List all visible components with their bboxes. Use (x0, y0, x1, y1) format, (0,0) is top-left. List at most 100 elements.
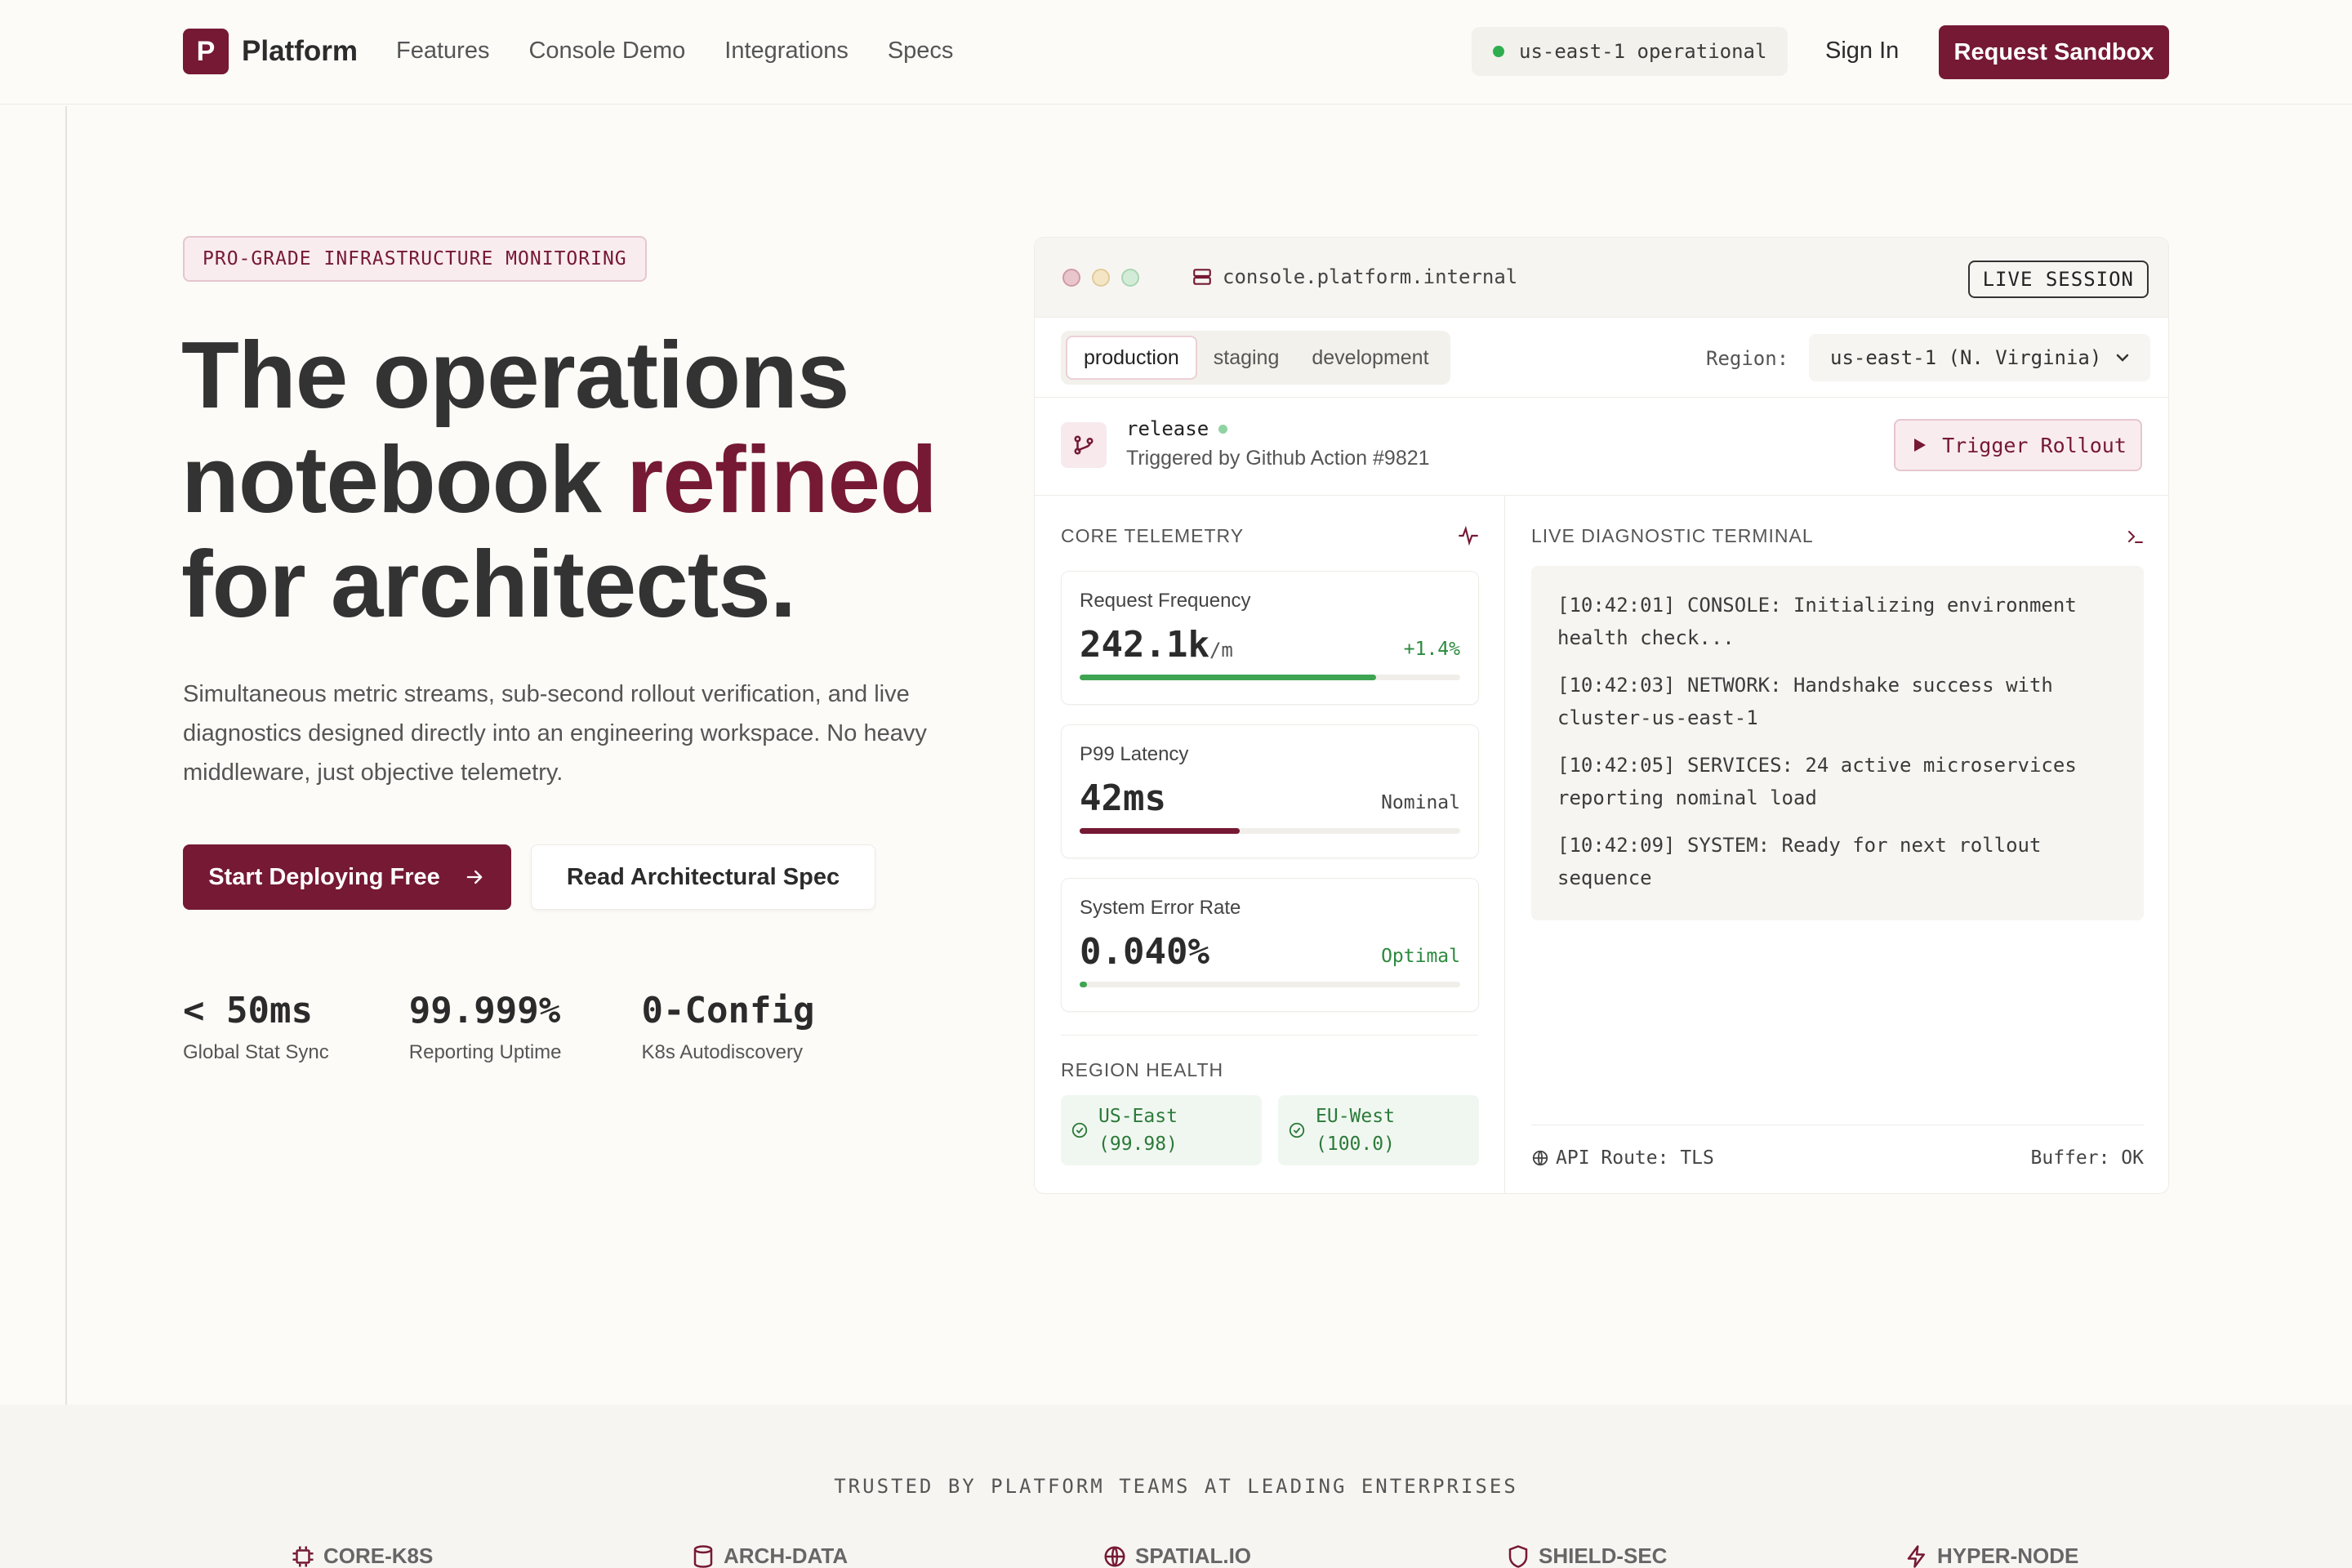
partner-logo-arch-data: ARCH-DATA (691, 1544, 848, 1568)
terminal-title: LIVE DIAGNOSTIC TERMINAL (1531, 525, 1814, 546)
start-deploying-button[interactable]: Start Deploying Free (183, 844, 511, 910)
stat-item: < 50ms Global Stat Sync (183, 990, 329, 1064)
api-route: API Route: TLS (1531, 1147, 1714, 1169)
start-deploying-label: Start Deploying Free (208, 863, 440, 890)
terminal-footer: API Route: TLS Buffer: OK (1531, 1125, 2144, 1169)
headline-line-2-text: notebook (181, 426, 627, 532)
terminal-column: LIVE DIAGNOSTIC TERMINAL [10:42:01] CONS… (1505, 496, 2168, 1193)
region-status-text: us-east-1 operational (1519, 40, 1767, 63)
live-session-badge: LIVE SESSION (1967, 261, 2149, 298)
terminal-prompt-icon (2128, 531, 2143, 543)
region-select-value: us-east-1 (N. Virginia) (1830, 346, 2102, 369)
release-title: release (1126, 417, 1228, 440)
metric-progress-fill (1080, 828, 1240, 834)
metric-value: 0.040% (1080, 931, 1209, 973)
terminal-output: [10:42:01] CONSOLE: Initializing environ… (1531, 566, 2144, 920)
nav-link-specs[interactable]: Specs (888, 38, 954, 65)
buffer-status: Buffer: OK (2030, 1147, 2144, 1169)
stat-label: Reporting Uptime (408, 1041, 562, 1063)
arrow-right-icon (466, 870, 483, 884)
divider (1061, 1035, 1478, 1036)
activity-icon (1459, 525, 1478, 546)
maximize-dot-icon[interactable] (1121, 269, 1139, 287)
hero-headline: The operations notebook refined for arch… (181, 323, 998, 636)
region-health-text: EU-West (100.0) (1316, 1102, 1395, 1158)
telemetry-title: CORE TELEMETRY (1061, 525, 1245, 546)
nav-link-features[interactable]: Features (396, 38, 489, 65)
metric-value: 42ms (1080, 777, 1166, 819)
release-subtitle: Triggered by Github Action #9821 (1126, 447, 1430, 470)
partner-logo-hyper-node: HYPER-NODE (1904, 1544, 2078, 1568)
partner-name: HYPER-NODE (1937, 1544, 2079, 1568)
metric-card-error-rate: System Error Rate 0.040% Optimal (1061, 878, 1479, 1012)
headline-accent-word: refined (626, 426, 938, 532)
metric-progress-track (1080, 982, 1460, 987)
nav-links: Features Console Demo Integrations Specs (396, 38, 953, 65)
globe-icon (1104, 1546, 1125, 1566)
environment-bar: production staging development Region: u… (1035, 318, 2168, 398)
metric-label: System Error Rate (1080, 897, 1241, 919)
tab-production[interactable]: production (1066, 336, 1197, 380)
partner-logo-spatial-io: SPATIAL.IO (1102, 1544, 1251, 1568)
shield-icon (1508, 1544, 1528, 1568)
check-circle-icon (1289, 1122, 1305, 1138)
headline-line-3: for architects. (181, 531, 796, 637)
region-uptime: (99.98) (1098, 1134, 1178, 1155)
terminal-line: [10:42:05] SERVICES: 24 active microserv… (1557, 754, 2077, 809)
nav-link-integrations[interactable]: Integrations (724, 38, 849, 65)
metric-status: Optimal (1381, 946, 1460, 967)
terminal-line: [10:42:09] SYSTEM: Ready for next rollou… (1557, 834, 2042, 889)
region-select[interactable]: us-east-1 (N. Virginia) (1809, 334, 2150, 381)
partner-logo-shield-sec: SHIELD-SEC (1506, 1544, 1667, 1568)
region-health-eu-west: EU-West (100.0) (1278, 1095, 1479, 1165)
metric-label: Request Frequency (1080, 590, 1251, 612)
stat-label: Global Stat Sync (183, 1041, 329, 1063)
region-status-pill: us-east-1 operational (1472, 27, 1788, 76)
release-title-text: release (1126, 417, 1209, 440)
stat-item: 0-Config K8s Autodiscovery (642, 990, 815, 1064)
region-uptime: (100.0) (1316, 1134, 1395, 1155)
hero-stats: < 50ms Global Stat Sync 99.999% Reportin… (183, 990, 894, 1064)
play-icon (1914, 439, 1927, 452)
top-navigation: P Platform Features Console Demo Integra… (0, 0, 2352, 105)
status-dot-icon (1493, 46, 1504, 57)
partner-name: SPATIAL.IO (1135, 1544, 1252, 1568)
close-dot-icon[interactable] (1062, 269, 1080, 287)
check-circle-icon (1071, 1122, 1088, 1138)
brand-logo[interactable]: P Platform (183, 29, 358, 74)
partner-name: SHIELD-SEC (1539, 1544, 1668, 1568)
terminal-line: [10:42:01] CONSOLE: Initializing environ… (1557, 594, 2077, 649)
console-url: console.platform.internal (1192, 265, 1517, 288)
hero-description: Simultaneous metric streams, sub-second … (183, 681, 927, 786)
metric-value: 242.1k/m (1080, 624, 1233, 666)
database-icon (693, 1544, 713, 1568)
metric-progress-fill (1080, 982, 1088, 987)
region-name: EU-West (1316, 1106, 1395, 1127)
metric-number: 242.1k (1080, 624, 1209, 666)
metric-progress-track (1080, 675, 1460, 680)
sign-in-link[interactable]: Sign In (1825, 38, 1899, 65)
region-label: Region: (1706, 347, 1789, 370)
nav-link-console-demo[interactable]: Console Demo (528, 38, 685, 65)
region-name: US-East (1098, 1106, 1178, 1127)
stat-label: K8s Autodiscovery (641, 1041, 803, 1063)
api-route-text: API Route: TLS (1556, 1147, 1714, 1169)
minimize-dot-icon[interactable] (1092, 269, 1110, 287)
tab-development[interactable]: development (1295, 336, 1445, 380)
stat-value: < 50ms (183, 990, 313, 1031)
console-url-text: console.platform.internal (1223, 265, 1518, 288)
tab-staging[interactable]: staging (1197, 336, 1296, 380)
read-spec-button[interactable]: Read Architectural Spec (531, 844, 875, 910)
git-branch-icon (1061, 422, 1107, 468)
metric-progress-fill (1080, 675, 1377, 680)
region-health-title: REGION HEALTH (1061, 1059, 1224, 1080)
console-titlebar: console.platform.internal LIVE SESSION (1035, 238, 2168, 318)
telemetry-column: CORE TELEMETRY Request Frequency 242.1k/… (1035, 496, 1505, 1193)
trigger-rollout-label: Trigger Rollout (1942, 433, 2127, 457)
region-health-us-east: US-East (99.98) (1061, 1095, 1262, 1165)
terminal-line: [10:42:03] NETWORK: Handshake success wi… (1557, 674, 2053, 729)
hero-badge: PRO-GRADE INFRASTRUCTURE MONITORING (183, 236, 647, 282)
request-sandbox-button[interactable]: Request Sandbox (1939, 25, 2169, 79)
trigger-rollout-button[interactable]: Trigger Rollout (1894, 419, 2142, 471)
lightning-icon (1907, 1544, 1925, 1568)
